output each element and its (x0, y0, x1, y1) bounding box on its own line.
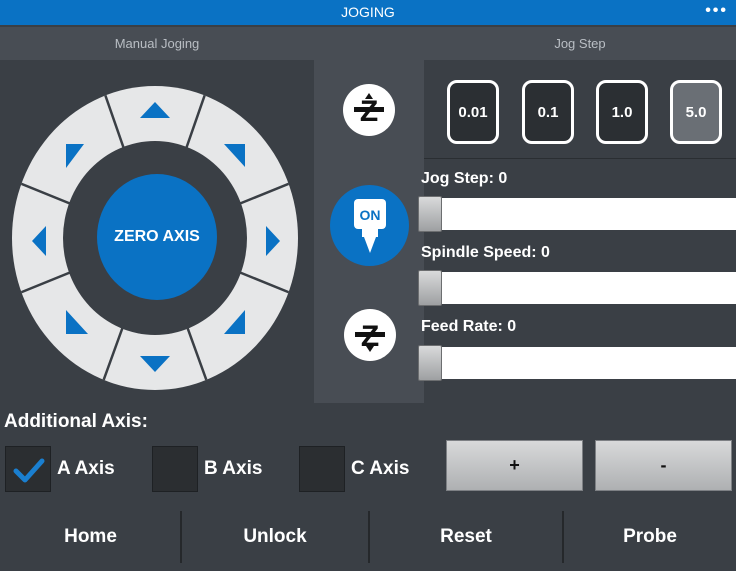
spindle-speed-label: Spindle Speed: 0 (421, 244, 550, 261)
a-axis-checkbox[interactable] (5, 446, 51, 492)
zero-axis-button[interactable]: ZERO AXIS (97, 174, 217, 300)
step-0.01-button[interactable]: 0.01 (447, 80, 499, 144)
step-1.0-button[interactable]: 1.0 (596, 80, 648, 144)
z-down-icon: Z (355, 320, 385, 353)
z-up-icon: Z (354, 93, 384, 128)
step-5.0-button[interactable]: 5.0 (670, 80, 722, 144)
manual-jog-header: Manual Joging (0, 27, 314, 60)
jogging-app: JOGING ••• Manual Joging Jog Step ZERO A… (0, 0, 736, 571)
spindle-on-button[interactable]: ON (330, 185, 409, 266)
overflow-menu-icon[interactable]: ••• (705, 2, 728, 20)
jog-step-slider[interactable] (418, 198, 736, 230)
b-axis-checkbox[interactable] (152, 446, 198, 492)
additional-axis-label: Additional Axis: (4, 411, 148, 432)
feed-rate-slider[interactable] (418, 347, 736, 379)
unlock-button[interactable]: Unlock (182, 503, 368, 571)
a-axis-label: A Axis (57, 458, 115, 479)
reset-button[interactable]: Reset (370, 503, 562, 571)
feed-rate-slider-thumb[interactable] (418, 345, 442, 381)
probe-button[interactable]: Probe (564, 503, 736, 571)
b-axis-label: B Axis (204, 458, 263, 479)
divider (424, 158, 736, 159)
z-up-button[interactable]: Z (343, 84, 395, 136)
jog-step-label: Jog Step: 0 (421, 170, 508, 187)
bottom-bar: Home Unlock Reset Probe (0, 503, 736, 571)
checkmark-icon (13, 458, 45, 483)
zero-axis-label: ZERO AXIS (114, 228, 200, 245)
title-bar: JOGING ••• (0, 0, 736, 25)
feed-rate-label: Feed Rate: 0 (421, 318, 517, 335)
spindle-on-label: ON (359, 207, 380, 223)
z-down-button[interactable]: Z (344, 309, 396, 361)
jog-step-header: Jog Step (424, 27, 736, 60)
plus-button[interactable]: + (446, 440, 583, 491)
jog-step-slider-thumb[interactable] (418, 196, 442, 232)
minus-button[interactable]: - (595, 440, 732, 491)
spindle-icon: ON (353, 198, 386, 253)
window-title: JOGING (341, 4, 395, 20)
step-0.1-button[interactable]: 0.1 (522, 80, 574, 144)
c-axis-label: C Axis (351, 458, 410, 479)
c-axis-checkbox[interactable] (299, 446, 345, 492)
home-button[interactable]: Home (0, 503, 181, 571)
spindle-speed-slider[interactable] (418, 272, 736, 304)
spindle-speed-slider-thumb[interactable] (418, 270, 442, 306)
